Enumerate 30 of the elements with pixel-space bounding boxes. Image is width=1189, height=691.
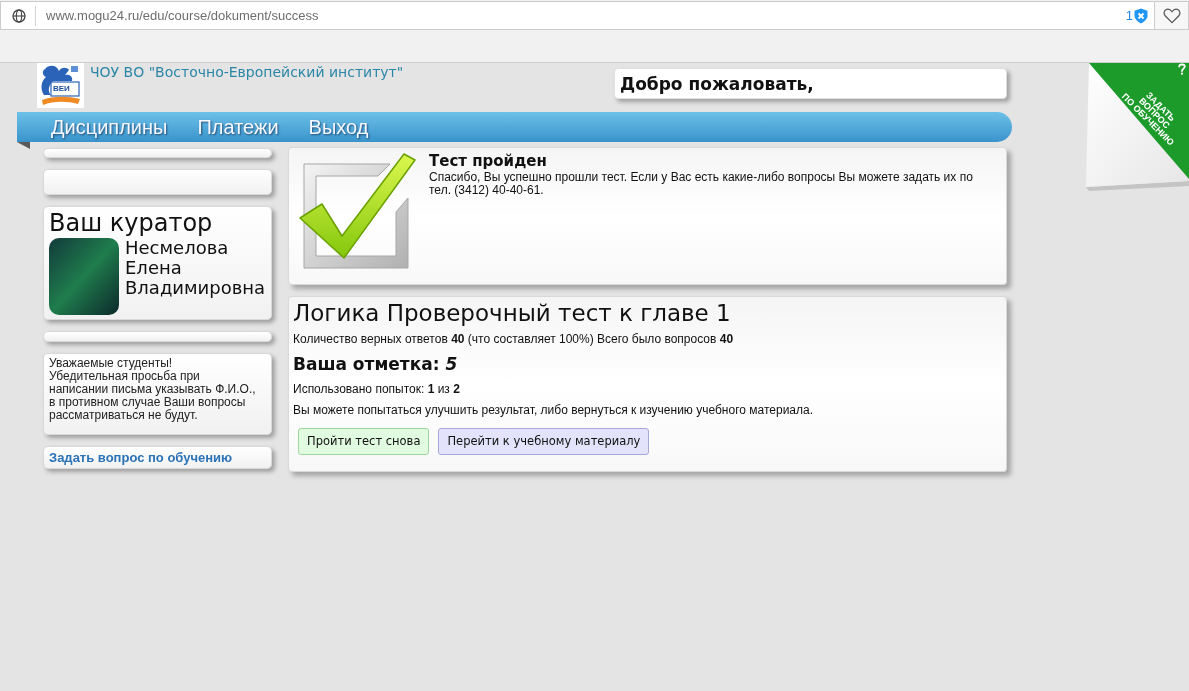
retry-test-button[interactable]: Пройти тест снова [298, 428, 430, 455]
grade-text: Ваша отметка: 5 [293, 353, 459, 375]
result-title: Тест пройден [429, 152, 548, 170]
shield-icon[interactable] [1134, 7, 1148, 24]
notice-text: Уважаемые студенты! Убедительная просьба при написании письма указывать Ф.И.О., в противном случае Ваши вопросы рассматриваться не будут. [49, 357, 257, 422]
nav-link[interactable]: Платежи [197, 115, 279, 139]
heart-icon [1162, 7, 1181, 24]
question-mark-icon [1177, 63, 1187, 75]
hint-text: Вы можете попытаться улучшить результат, либо вернуться к изучению учебного материала. [293, 404, 815, 417]
url-text: www.mogu24.ru/edu/course/dokument/success [46, 6, 319, 25]
score-text: Количество верных ответов 40 (что составляет 100%) Всего было вопросов 40 [293, 333, 735, 346]
welcome-text: Добро пожаловать, [620, 72, 814, 95]
heart-button[interactable] [1155, 1, 1189, 30]
institution-title: ЧОУ ВО "Восточно-Европейский институт" [90, 64, 404, 82]
curator-name: Несмелова Елена Владимировна [125, 238, 266, 300]
study-material-button[interactable]: Перейти к учебному материалу [438, 428, 650, 455]
curator-heading: Ваш куратор [49, 209, 214, 237]
attempts-text: Использовано попыток: 1 из 2 [293, 383, 461, 396]
nav-link[interactable]: Дисциплины [51, 115, 168, 139]
globe-icon [12, 8, 26, 23]
fold-corner-drawing [17, 142, 30, 149]
badge-count: 1 [1125, 6, 1133, 25]
test-title: Логика Проверочный тест к главе 1 [293, 299, 732, 327]
nav-link[interactable]: Выход [308, 115, 369, 139]
ribbon-corner-drawing[interactable] [1086, 63, 1189, 191]
address-bar[interactable]: www.mogu24.ru/edu/course/dokument/success 1 [0, 1, 1155, 30]
logo-text: ВЕИ [53, 84, 70, 94]
logo [37, 63, 84, 108]
result-message: Спасибо, Вы успешно прошли тест. Если у Вас есть какие-либо вопросы Вы можете задать их по тел. (3412) 40-40-61. [429, 171, 974, 197]
ask-question-link[interactable]: Задать вопрос по обучению [49, 447, 233, 468]
